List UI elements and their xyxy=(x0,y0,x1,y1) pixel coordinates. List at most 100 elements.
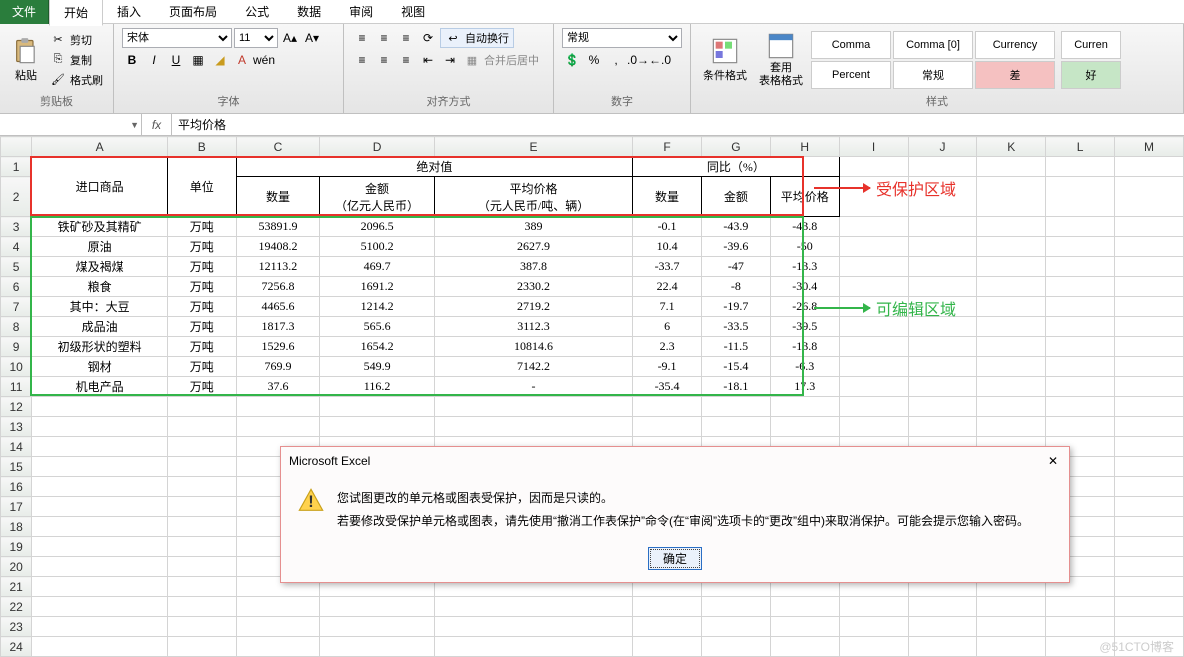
cell-K5[interactable] xyxy=(977,257,1046,277)
align-top-button[interactable]: ≡ xyxy=(352,28,372,48)
cell-A6[interactable]: 粮食 xyxy=(32,277,168,297)
cell-C10[interactable]: 769.9 xyxy=(236,357,319,377)
cell-F5[interactable]: -33.7 xyxy=(633,257,702,277)
cell-F10[interactable]: -9.1 xyxy=(633,357,702,377)
cell-I4[interactable] xyxy=(839,237,908,257)
cell-D11[interactable]: 116.2 xyxy=(320,377,435,397)
cell-I6[interactable] xyxy=(839,277,908,297)
cell-E9[interactable]: 10814.6 xyxy=(434,337,632,357)
tab-formula[interactable]: 公式 xyxy=(231,0,283,24)
cell-M23[interactable] xyxy=(1115,617,1184,637)
cell-E22[interactable] xyxy=(434,597,632,617)
col-header-E[interactable]: E xyxy=(434,137,632,157)
cell-I9[interactable] xyxy=(839,337,908,357)
cell-G2[interactable]: 金额 xyxy=(701,177,770,217)
cell-B6[interactable]: 万吨 xyxy=(167,277,236,297)
cell-E11[interactable]: - xyxy=(434,377,632,397)
merge-center-button[interactable]: ▦合并后居中 xyxy=(462,51,541,69)
row-header-7[interactable]: 7 xyxy=(1,297,32,317)
cell-G10[interactable]: -15.4 xyxy=(701,357,770,377)
cell-A15[interactable] xyxy=(32,457,168,477)
cell-D2[interactable]: 金额 （亿元人民币） xyxy=(320,177,435,217)
cell-G6[interactable]: -8 xyxy=(701,277,770,297)
style-good[interactable]: 好 xyxy=(1061,61,1121,89)
cell-M6[interactable] xyxy=(1115,277,1184,297)
cell-E4[interactable]: 2627.9 xyxy=(434,237,632,257)
col-header-K[interactable]: K xyxy=(977,137,1046,157)
font-size-select[interactable]: 11 xyxy=(234,28,278,48)
cell-A4[interactable]: 原油 xyxy=(32,237,168,257)
cell-C4[interactable]: 19408.2 xyxy=(236,237,319,257)
cell-H9[interactable]: -13.8 xyxy=(770,337,839,357)
cell-L1[interactable] xyxy=(1046,157,1115,177)
cell-L12[interactable] xyxy=(1046,397,1115,417)
cell-E23[interactable] xyxy=(434,617,632,637)
cell-G3[interactable]: -43.9 xyxy=(701,217,770,237)
cell-A11[interactable]: 机电产品 xyxy=(32,377,168,397)
col-header-B[interactable]: B xyxy=(167,137,236,157)
cell-M1[interactable] xyxy=(1115,157,1184,177)
cell-F2[interactable]: 数量 xyxy=(633,177,702,217)
align-right-button[interactable]: ≡ xyxy=(396,50,416,70)
col-header-D[interactable]: D xyxy=(320,137,435,157)
cell-B4[interactable]: 万吨 xyxy=(167,237,236,257)
cell-L3[interactable] xyxy=(1046,217,1115,237)
cell-F22[interactable] xyxy=(633,597,702,617)
tab-layout[interactable]: 页面布局 xyxy=(155,0,231,24)
close-button[interactable]: ✕ xyxy=(1045,453,1061,469)
cell-L9[interactable] xyxy=(1046,337,1115,357)
cell-B5[interactable]: 万吨 xyxy=(167,257,236,277)
row-header-23[interactable]: 23 xyxy=(1,617,32,637)
cell-D13[interactable] xyxy=(320,417,435,437)
cell-H23[interactable] xyxy=(770,617,839,637)
cell-F7[interactable]: 7.1 xyxy=(633,297,702,317)
cell-B12[interactable] xyxy=(167,397,236,417)
cell-L23[interactable] xyxy=(1046,617,1115,637)
cell-C3[interactable]: 53891.9 xyxy=(236,217,319,237)
cell-A12[interactable] xyxy=(32,397,168,417)
cell-I10[interactable] xyxy=(839,357,908,377)
cell-B18[interactable] xyxy=(167,517,236,537)
cell-J9[interactable] xyxy=(908,337,977,357)
row-header-11[interactable]: 11 xyxy=(1,377,32,397)
decrease-decimal-button[interactable]: ←.0 xyxy=(650,50,670,70)
select-all-corner[interactable] xyxy=(1,137,32,157)
align-bottom-button[interactable]: ≡ xyxy=(396,28,416,48)
cell-L10[interactable] xyxy=(1046,357,1115,377)
style-currency[interactable]: Currency xyxy=(975,31,1055,59)
cell-B16[interactable] xyxy=(167,477,236,497)
align-center-button[interactable]: ≡ xyxy=(374,50,394,70)
cell-L6[interactable] xyxy=(1046,277,1115,297)
cell-J6[interactable] xyxy=(908,277,977,297)
cell-F13[interactable] xyxy=(633,417,702,437)
cell-K4[interactable] xyxy=(977,237,1046,257)
cell-M22[interactable] xyxy=(1115,597,1184,617)
cell-C13[interactable] xyxy=(236,417,319,437)
cell-M3[interactable] xyxy=(1115,217,1184,237)
cell-F9[interactable]: 2.3 xyxy=(633,337,702,357)
cell-C23[interactable] xyxy=(236,617,319,637)
cell-K12[interactable] xyxy=(977,397,1046,417)
row-header-16[interactable]: 16 xyxy=(1,477,32,497)
cell-E6[interactable]: 2330.2 xyxy=(434,277,632,297)
cell-H11[interactable]: 17.3 xyxy=(770,377,839,397)
cell-B24[interactable] xyxy=(167,637,236,657)
cell-I1[interactable] xyxy=(839,157,908,177)
cell-M4[interactable] xyxy=(1115,237,1184,257)
row-header-21[interactable]: 21 xyxy=(1,577,32,597)
row-header-12[interactable]: 12 xyxy=(1,397,32,417)
cell-G24[interactable] xyxy=(701,637,770,657)
cell-E13[interactable] xyxy=(434,417,632,437)
cell-B13[interactable] xyxy=(167,417,236,437)
cell-B19[interactable] xyxy=(167,537,236,557)
cell-I22[interactable] xyxy=(839,597,908,617)
cell-B21[interactable] xyxy=(167,577,236,597)
row-header-4[interactable]: 4 xyxy=(1,237,32,257)
font-color-button[interactable]: A xyxy=(232,50,252,70)
row-header-8[interactable]: 8 xyxy=(1,317,32,337)
cell-M12[interactable] xyxy=(1115,397,1184,417)
tab-data[interactable]: 数据 xyxy=(283,0,335,24)
align-left-button[interactable]: ≡ xyxy=(352,50,372,70)
cell-H10[interactable]: -6.3 xyxy=(770,357,839,377)
cell-A9[interactable]: 初级形状的塑料 xyxy=(32,337,168,357)
